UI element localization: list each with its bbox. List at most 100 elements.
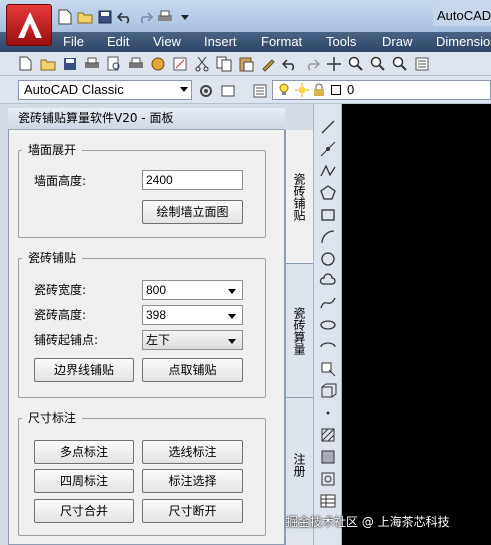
workspace-settings-icon[interactable] (196, 81, 215, 100)
open-icon[interactable] (38, 54, 57, 73)
wall-height-input[interactable]: 2400 (142, 170, 243, 190)
ellipse-arc-icon[interactable] (319, 338, 337, 356)
dimension-group-label: 尺寸标注 (22, 409, 83, 427)
draw-elevation-button[interactable]: 绘制墙立面图 (142, 200, 243, 224)
tab-tile-quantity[interactable]: 瓷砖算量 (286, 264, 313, 398)
paste-icon[interactable] (236, 54, 255, 73)
polyline-icon[interactable] (319, 162, 337, 180)
redo-icon[interactable] (302, 54, 321, 73)
workspace-select[interactable]: AutoCAD Classic (18, 80, 192, 100)
title-bar: AutoCAD (0, 0, 491, 32)
insert-block-icon[interactable] (319, 360, 337, 378)
layer-properties-icon[interactable] (250, 81, 269, 100)
copy-icon[interactable] (214, 54, 233, 73)
zoom-realtime-icon[interactable] (346, 54, 365, 73)
table-icon[interactable] (319, 492, 337, 510)
drawing-canvas[interactable] (342, 104, 491, 545)
3d-dwf-icon[interactable] (148, 54, 167, 73)
tile-width-select[interactable]: 800 (142, 280, 243, 300)
perimeter-dim-button[interactable]: 四周标注 (34, 469, 134, 493)
line-icon[interactable] (319, 118, 337, 136)
start-point-label: 铺砖起铺点: (34, 333, 99, 347)
workspace-select-value: AutoCAD Classic (24, 82, 124, 97)
make-block-icon[interactable] (319, 382, 337, 400)
properties-icon[interactable] (412, 54, 431, 73)
rectangle-icon[interactable] (319, 206, 337, 224)
menu-view[interactable]: View (153, 34, 181, 49)
panel-title: 瓷砖铺贴算量软件V20 - 面板 (8, 108, 285, 130)
zoom-window-icon[interactable] (368, 54, 387, 73)
wall-group (18, 150, 266, 238)
select-line-dim-button[interactable]: 选线标注 (142, 440, 243, 464)
start-point-select[interactable]: 左下 (142, 330, 243, 350)
pan-icon[interactable] (324, 54, 343, 73)
start-point-value: 左下 (146, 333, 171, 347)
zoom-previous-icon[interactable] (390, 54, 409, 73)
revision-cloud-icon[interactable] (319, 272, 337, 290)
tab-register[interactable]: 注册 (286, 398, 313, 532)
tile-height-value: 398 (146, 308, 167, 322)
menu-bar: File Edit View Insert Format Tools Draw … (0, 32, 491, 52)
multi-point-dim-button[interactable]: 多点标注 (34, 440, 134, 464)
tab-tile-laying[interactable]: 瓷砖铺贴 (286, 130, 313, 264)
dim-break-button[interactable]: 尺寸断开 (142, 499, 243, 523)
dim-merge-button[interactable]: 尺寸合并 (34, 499, 134, 523)
layer-control[interactable]: 0 (272, 80, 491, 100)
gradient-icon[interactable] (319, 448, 337, 466)
autocad-logo-icon (18, 12, 42, 38)
draw-toolbar (313, 104, 342, 545)
arc-icon[interactable] (319, 228, 337, 246)
lock-icon (313, 83, 325, 100)
match-properties-icon[interactable] (258, 54, 277, 73)
menu-format[interactable]: Format (261, 34, 302, 49)
tile-group-label: 瓷砖铺贴 (22, 249, 83, 267)
plot-icon[interactable] (156, 8, 174, 26)
my-workspace-icon[interactable] (218, 81, 237, 100)
menu-dimension[interactable]: Dimensio (436, 34, 490, 49)
watermark: 掘金技术社区 @ 上海茶芯科技 (286, 515, 450, 529)
menu-draw[interactable]: Draw (382, 34, 412, 49)
cut-icon[interactable] (192, 54, 211, 73)
lightbulb-icon (278, 83, 290, 100)
sheet-set-icon[interactable] (170, 54, 189, 73)
region-icon[interactable] (319, 470, 337, 488)
open-icon[interactable] (76, 8, 94, 26)
boundary-lay-button[interactable]: 边界线铺贴 (34, 358, 134, 382)
dim-select-button[interactable]: 标注选择 (142, 469, 243, 493)
layer-color-swatch (331, 85, 341, 95)
chevron-down-icon (228, 314, 236, 319)
new-icon[interactable] (56, 8, 74, 26)
plot-preview-icon[interactable] (104, 54, 123, 73)
save-icon[interactable] (60, 54, 79, 73)
chevron-down-icon (180, 87, 188, 92)
publish-icon[interactable] (126, 54, 145, 73)
sun-icon (295, 83, 309, 100)
point-lay-button[interactable]: 点取铺贴 (142, 358, 243, 382)
ellipse-icon[interactable] (319, 316, 337, 334)
layer-name: 0 (347, 82, 355, 97)
point-icon[interactable] (319, 404, 337, 422)
hatch-icon[interactable] (319, 426, 337, 444)
polygon-icon[interactable] (319, 184, 337, 202)
application-menu-button[interactable] (6, 4, 52, 46)
wall-group-label: 墙面展开 (22, 141, 83, 159)
new-icon[interactable] (16, 54, 35, 73)
circle-icon[interactable] (319, 250, 337, 268)
chevron-down-icon (228, 289, 236, 294)
undo-icon[interactable] (280, 54, 299, 73)
plot-icon[interactable] (82, 54, 101, 73)
qat-dropdown-icon[interactable] (176, 8, 194, 26)
menu-insert[interactable]: Insert (204, 34, 237, 49)
construction-line-icon[interactable] (319, 140, 337, 158)
undo-icon[interactable] (116, 8, 134, 26)
save-icon[interactable] (96, 8, 114, 26)
menu-edit[interactable]: Edit (107, 34, 129, 49)
menu-file[interactable]: File (63, 34, 84, 49)
menu-tools[interactable]: Tools (326, 34, 356, 49)
spline-icon[interactable] (319, 294, 337, 312)
tile-height-select[interactable]: 398 (142, 305, 243, 325)
chevron-down-icon (228, 339, 236, 344)
standard-toolbar (0, 52, 491, 76)
panel-tab-strip: 瓷砖铺贴 瓷砖算量 注册 (285, 130, 313, 545)
redo-icon[interactable] (136, 8, 154, 26)
